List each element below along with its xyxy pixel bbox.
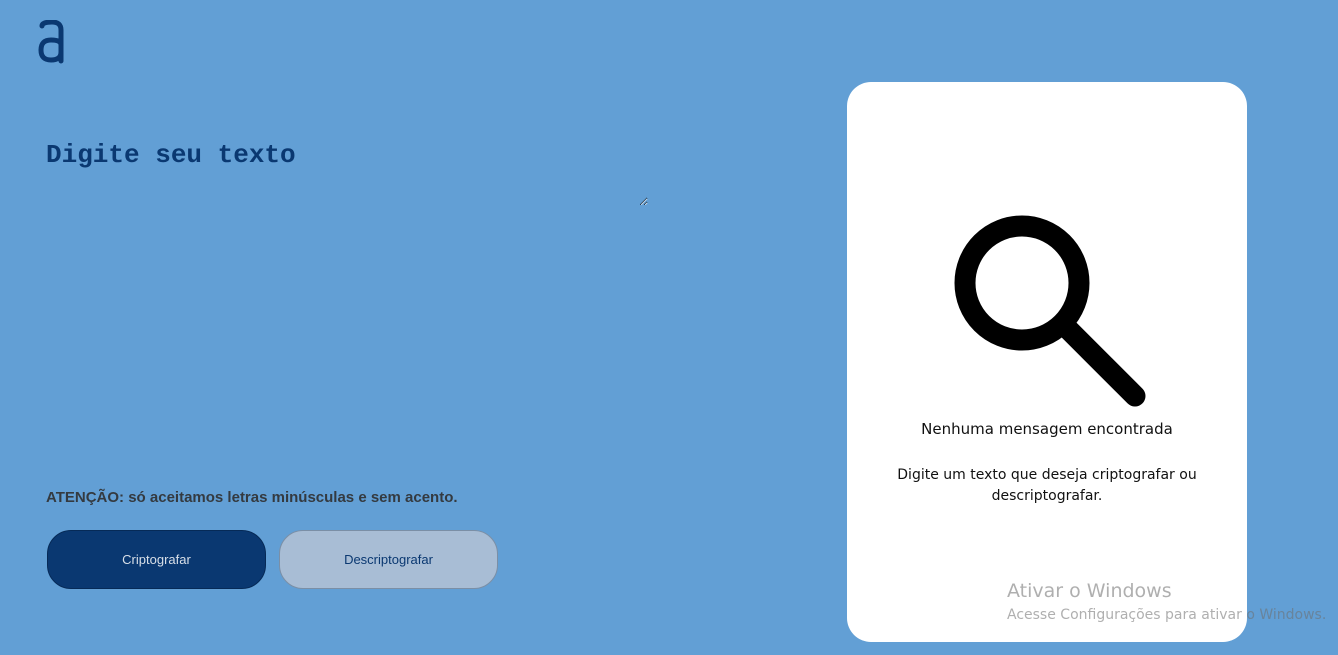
encrypt-button[interactable]: Criptografar (47, 530, 266, 589)
result-panel: Nenhuma mensagem encontrada Digite um te… (847, 82, 1247, 642)
text-input-wrapper (46, 130, 648, 206)
empty-message-title: Nenhuma mensagem encontrada (921, 420, 1173, 438)
magnifying-glass-icon (954, 215, 1146, 407)
decrypt-button[interactable]: Descriptografar (279, 530, 498, 589)
empty-message-subtitle: Digite um texto que deseja criptografar … (897, 467, 1197, 504)
text-input[interactable] (46, 130, 648, 206)
warning-text: ATENÇÃO: só aceitamos letras minúsculas … (46, 489, 458, 506)
alura-logo-icon[interactable] (36, 20, 68, 64)
